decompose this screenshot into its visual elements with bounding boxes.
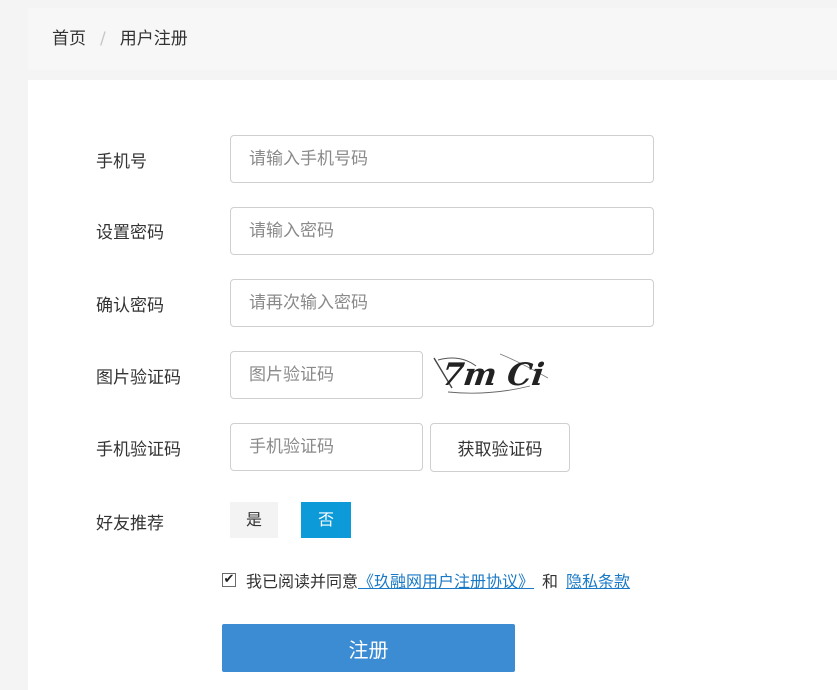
image-captcha-label: 图片验证码 — [96, 368, 181, 388]
password-input[interactable] — [230, 207, 654, 255]
captcha-text: 7m Ci — [440, 357, 547, 393]
user-agreement-link[interactable]: 《玖融网用户注册协议》 — [358, 568, 534, 592]
recommend-label: 好友推荐 — [96, 514, 164, 534]
sms-code-input[interactable] — [230, 423, 423, 471]
agreement-row: ✔ 我已阅读并同意 《玖融网用户注册协议》 和 隐私条款 — [222, 568, 630, 592]
checkmark-icon: ✔ — [223, 572, 235, 587]
breadcrumb-current: 用户注册 — [119, 29, 188, 49]
confirm-password-label: 确认密码 — [96, 296, 164, 316]
get-sms-code-button[interactable]: 获取验证码 — [430, 423, 570, 472]
phone-input[interactable] — [230, 135, 654, 183]
agreement-checkbox[interactable]: ✔ — [222, 573, 236, 587]
phone-label: 手机号 — [96, 152, 147, 172]
breadcrumb: 首页 / 用户注册 — [28, 8, 837, 70]
agreement-text: 我已阅读并同意 — [246, 572, 359, 591]
register-button[interactable]: 注册 — [222, 624, 515, 672]
confirm-password-input[interactable] — [230, 279, 654, 327]
privacy-policy-link[interactable]: 隐私条款 — [566, 568, 630, 592]
agreement-and-text: 和 — [542, 572, 559, 591]
sms-code-label: 手机验证码 — [96, 440, 181, 460]
recommend-no-option[interactable]: 否 — [301, 502, 351, 538]
recommend-yes-option[interactable]: 是 — [230, 502, 278, 538]
breadcrumb-separator: / — [100, 29, 106, 49]
image-captcha-input[interactable] — [230, 351, 423, 399]
password-label: 设置密码 — [96, 223, 164, 243]
captcha-image[interactable]: 7m Ci — [430, 348, 554, 398]
breadcrumb-home-link[interactable]: 首页 — [52, 29, 86, 49]
